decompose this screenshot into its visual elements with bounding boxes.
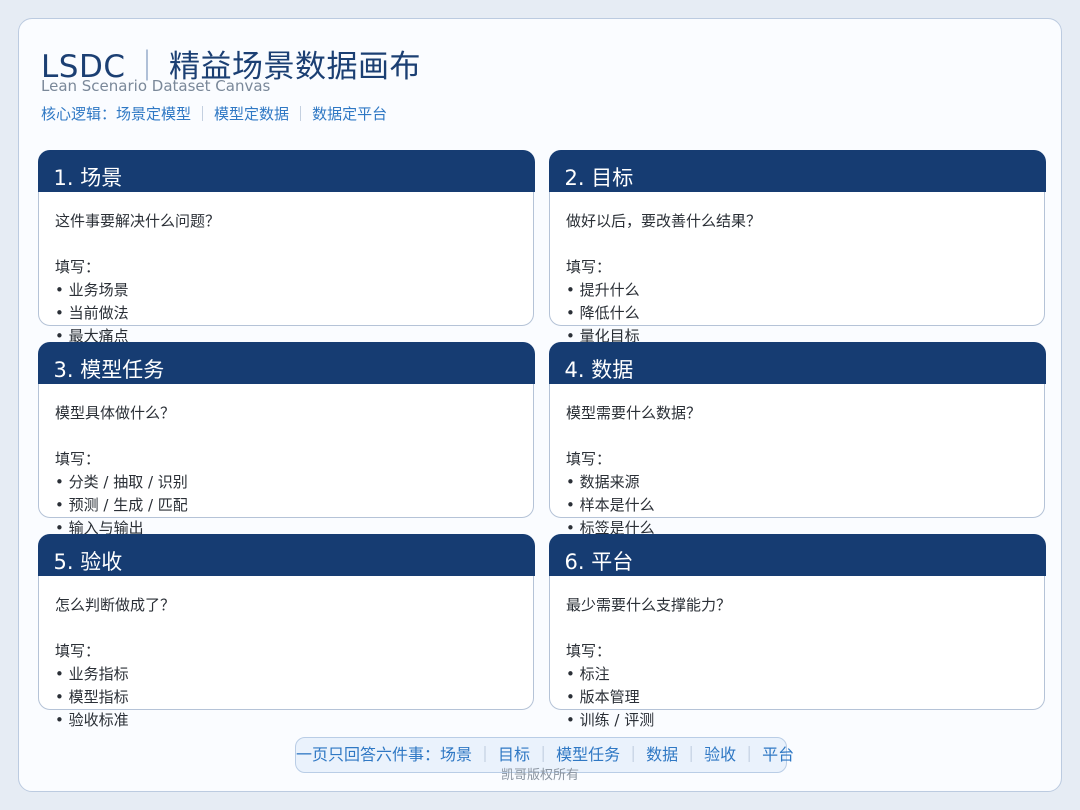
card-body: 模型需要什么数据？ 填写： • 数据来源 • 样本是什么 • 标签是什么 <box>566 402 701 540</box>
card-body: 模型具体做什么？ 填写： • 分类 / 抽取 / 识别 • 预测 / 生成 / … <box>55 402 188 540</box>
fill-label: 填写： <box>566 642 612 660</box>
summary-item: 模型任务 <box>556 745 621 764</box>
card-platform: 6. 平台 最少需要什么支撑能力？ 填写： • 标注 • 版本管理 • 训练 /… <box>548 533 1046 729</box>
card-data: 4. 数据 模型需要什么数据？ 填写： • 数据来源 • 样本是什么 • 标签是… <box>548 341 1046 537</box>
summary-item: 目标 <box>498 745 531 764</box>
card-header: 4. 数据 <box>548 341 1046 384</box>
card-question: 这件事要解决什么问题？ <box>55 212 221 230</box>
card-item: • 数据来源 <box>566 473 640 491</box>
card-item: • 模型指标 <box>55 688 129 706</box>
card-title: 1. 场景 <box>53 165 123 190</box>
summary-separator: ｜ <box>477 745 494 764</box>
canvas-frame: LSDC ｜精益场景数据画布 Lean Scenario Dataset Canv… <box>18 18 1062 792</box>
summary-separator: ｜ <box>625 745 642 764</box>
card-header: 3. 模型任务 <box>37 341 535 384</box>
summary-item: 验收 <box>704 745 737 764</box>
logic-part-1: 场景定模型 <box>116 105 192 123</box>
logic-prefix: 核心逻辑： <box>41 105 117 123</box>
card-item: • 版本管理 <box>566 688 640 706</box>
card-model-task: 3. 模型任务 模型具体做什么？ 填写： • 分类 / 抽取 / 识别 • 预测… <box>37 341 535 537</box>
logic-part-3: 数据定平台 <box>312 105 388 123</box>
fill-label: 填写： <box>566 450 612 468</box>
card-item: • 训练 / 评测 <box>566 711 655 729</box>
card-scenario: 1. 场景 这件事要解决什么问题？ 填写： • 业务场景 • 当前做法 • 最大… <box>37 149 535 345</box>
card-title: 5. 验收 <box>53 549 123 574</box>
card-title: 2. 目标 <box>564 165 634 190</box>
card-item: • 验收标准 <box>55 711 129 729</box>
card-item: • 业务场景 <box>55 281 129 299</box>
summary-separator: ｜ <box>741 745 758 764</box>
card-header: 5. 验收 <box>37 533 535 576</box>
card-item: • 业务指标 <box>55 665 129 683</box>
card-header: 6. 平台 <box>548 533 1046 576</box>
fill-label: 填写： <box>566 258 612 276</box>
card-body: 怎么判断做成了？ 填写： • 业务指标 • 模型指标 • 验收标准 <box>55 594 175 732</box>
fill-label: 填写： <box>55 258 101 276</box>
summary-item: 数据 <box>646 745 679 764</box>
card-item: • 样本是什么 <box>566 496 655 514</box>
card-question: 模型需要什么数据？ <box>566 404 702 422</box>
logic-part-2: 模型定数据 <box>214 105 290 123</box>
card-item: • 提升什么 <box>566 281 640 299</box>
card-header: 2. 目标 <box>548 149 1046 192</box>
card-item: • 降低什么 <box>566 304 640 322</box>
card-title: 6. 平台 <box>564 549 634 574</box>
card-item: • 分类 / 抽取 / 识别 <box>55 473 188 491</box>
card-question: 做好以后，要改善什么结果？ <box>566 212 762 230</box>
summary-prefix: 一页只回答六件事： <box>296 745 441 764</box>
card-title: 3. 模型任务 <box>53 357 165 382</box>
card-body: 这件事要解决什么问题？ 填写： • 业务场景 • 当前做法 • 最大痛点 <box>55 210 220 348</box>
copyright-text: 凯哥版权所有 <box>500 768 579 783</box>
card-body: 最少需要什么支撑能力？ 填写： • 标注 • 版本管理 • 训练 / 评测 <box>566 594 731 732</box>
card-goal: 2. 目标 做好以后，要改善什么结果？ 填写： • 提升什么 • 降低什么 • … <box>548 149 1046 345</box>
card-acceptance: 5. 验收 怎么判断做成了？ 填写： • 业务指标 • 模型指标 • 验收标准 <box>37 533 535 729</box>
fill-label: 填写： <box>55 642 101 660</box>
summary-item: 平台 <box>762 745 795 764</box>
card-body: 做好以后，要改善什么结果？ 填写： • 提升什么 • 降低什么 • 量化目标 <box>566 210 761 348</box>
card-item: • 当前做法 <box>55 304 129 322</box>
summary-separator: ｜ <box>683 745 700 764</box>
summary-separator: ｜ <box>535 745 552 764</box>
card-item: • 标注 <box>566 665 610 683</box>
fill-label: 填写： <box>55 450 101 468</box>
page-subtitle: Lean Scenario Dataset Canvas <box>41 77 271 95</box>
summary-item: 场景 <box>440 745 473 764</box>
core-logic-line: 核心逻辑：场景定模型｜模型定数据｜数据定平台 <box>41 103 387 124</box>
logic-separator: ｜ <box>195 105 211 123</box>
card-header: 1. 场景 <box>37 149 535 192</box>
card-question: 最少需要什么支撑能力？ <box>566 596 732 614</box>
card-item: • 预测 / 生成 / 匹配 <box>55 496 188 514</box>
card-question: 怎么判断做成了？ <box>55 596 176 614</box>
card-title: 4. 数据 <box>564 357 634 382</box>
card-question: 模型具体做什么？ <box>55 404 176 422</box>
logic-separator: ｜ <box>293 105 309 123</box>
